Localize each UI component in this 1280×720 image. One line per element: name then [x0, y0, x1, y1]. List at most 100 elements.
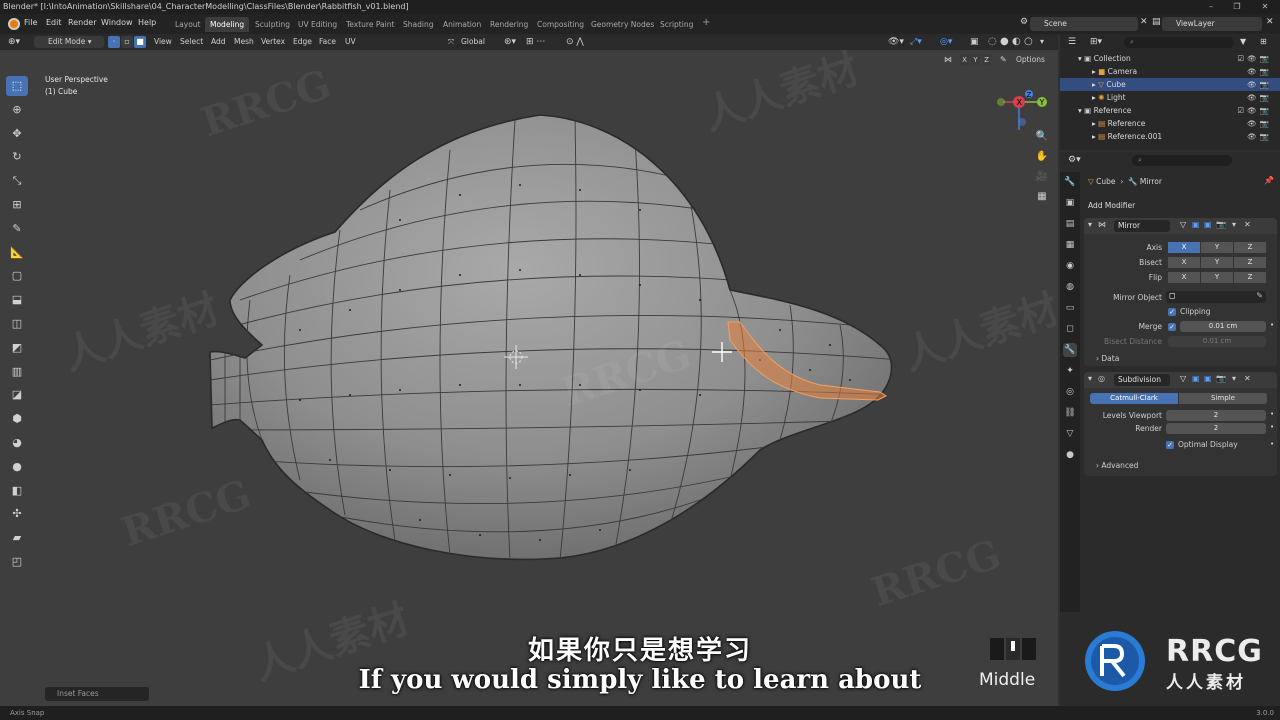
minimize-icon[interactable]: –	[1198, 0, 1224, 14]
vertex-select-icon[interactable]: ·	[108, 36, 120, 48]
tab-modeling[interactable]: Modeling	[205, 17, 250, 32]
outliner-editor-icon[interactable]: ☰	[1068, 37, 1076, 47]
row-visibility-icons[interactable]: ☑👁📷	[1237, 52, 1272, 65]
flip-y-toggle[interactable]: Y	[1201, 272, 1233, 283]
outliner-row-camera[interactable]: ▸ ■ Camera 👁📷	[1060, 65, 1280, 78]
menu-window[interactable]: Window	[101, 18, 133, 27]
spin-tool[interactable]: ◕	[6, 433, 28, 453]
optimal-display-checkbox[interactable]: ✓	[1166, 441, 1174, 449]
outliner-row-cube[interactable]: ▸ ▽ Cube 👁📷	[1060, 78, 1280, 91]
tab-sculpting[interactable]: Sculpting	[250, 17, 295, 32]
bisect-z-toggle[interactable]: Z	[1234, 257, 1266, 268]
filter-icon[interactable]: ▼	[1240, 37, 1246, 46]
face-select-icon[interactable]: ■	[134, 36, 146, 48]
menu-vertex[interactable]: Vertex	[261, 36, 285, 48]
tab-shading[interactable]: Shading	[398, 17, 438, 32]
new-collection-icon[interactable]: ⊞	[1260, 37, 1267, 46]
row-visibility-icons[interactable]: 👁📷	[1247, 65, 1272, 78]
blender-logo-icon[interactable]	[8, 18, 20, 30]
eyedropper-icon[interactable]: ✎	[1256, 291, 1263, 300]
axis-y-toggle[interactable]: Y	[1201, 242, 1233, 253]
snap-icon[interactable]: ⊞ ⋯	[526, 36, 545, 48]
axis-z-toggle[interactable]: Z	[1234, 242, 1266, 253]
rip-tool[interactable]: ◰	[6, 552, 28, 572]
dropdown-chevron-icon[interactable]: ▾	[1232, 374, 1236, 383]
poly-build-tool[interactable]: ⬢	[6, 409, 28, 429]
view-layer-close-icon[interactable]: ✕	[1266, 17, 1274, 27]
add-cube-tool[interactable]: ▢	[6, 266, 28, 286]
keyframe-dot-icon[interactable]: •	[1270, 410, 1274, 418]
smooth-tool[interactable]: ●	[6, 457, 28, 477]
keyframe-dot-icon[interactable]: •	[1270, 321, 1274, 329]
menu-file[interactable]: File	[24, 18, 37, 27]
move-tool[interactable]: ✥	[6, 124, 28, 144]
physics-tab-icon[interactable]: ◎	[1063, 385, 1077, 399]
row-visibility-icons[interactable]: 👁📷	[1247, 91, 1272, 104]
menu-add[interactable]: Add	[211, 36, 226, 48]
loop-cut-tool[interactable]: ▥	[6, 362, 28, 382]
rotate-tool[interactable]: ↻	[6, 147, 28, 167]
gizmo-neg-z-axis[interactable]	[1018, 118, 1026, 126]
mirror-object-field[interactable]: ◻ ✎	[1166, 291, 1266, 303]
scene-selector[interactable]: Scene	[1030, 17, 1138, 31]
menu-select[interactable]: Select	[180, 36, 203, 48]
remove-modifier-icon[interactable]: ✕	[1244, 220, 1251, 229]
menu-uv[interactable]: UV	[345, 36, 356, 48]
cursor-tool[interactable]: ⊕	[6, 100, 28, 120]
menu-edit[interactable]: Edit	[46, 18, 62, 27]
mirror-name-field[interactable]: Mirror	[1114, 220, 1170, 232]
merge-distance-field[interactable]: 0.01 cm	[1180, 321, 1266, 332]
data-subpanel-toggle[interactable]: › Data	[1096, 354, 1119, 363]
display-mode-icon[interactable]: ⊞▾	[1090, 37, 1102, 47]
tab-compositing[interactable]: Compositing	[532, 17, 589, 32]
add-modifier-button[interactable]: Add Modifier	[1084, 199, 1277, 213]
extrude-tool[interactable]: ⬓	[6, 290, 28, 310]
keyframe-dot-icon[interactable]: •	[1270, 423, 1274, 431]
object-tab-icon[interactable]: ◻	[1063, 322, 1077, 336]
shading-material-icon[interactable]: ◐	[1012, 36, 1021, 48]
scene-close-icon[interactable]: ✕	[1140, 17, 1148, 27]
close-icon[interactable]: ✕	[1252, 0, 1278, 14]
pin-icon[interactable]: 📌	[1264, 176, 1274, 185]
tab-scripting[interactable]: Scripting	[655, 17, 698, 32]
mirror-z-toggle[interactable]: Z	[982, 54, 991, 66]
material-tab-icon[interactable]: ●	[1063, 448, 1077, 462]
outliner-row-reference-001[interactable]: ▸ ▤ Reference.001 👁📷	[1060, 130, 1280, 143]
zoom-icon[interactable]: 🔍	[1035, 130, 1049, 144]
flip-x-toggle[interactable]: X	[1168, 272, 1200, 283]
render-tab-icon[interactable]: ▣	[1063, 196, 1077, 210]
tool-tab-icon[interactable]: 🔧	[1063, 175, 1077, 189]
tab-geometry-nodes[interactable]: Geometry Nodes	[586, 17, 659, 32]
tab-uv-editing[interactable]: UV Editing	[293, 17, 342, 32]
gizmo-toggle-icon[interactable]: ⤢▾	[910, 36, 922, 48]
ortho-grid-icon[interactable]: ▦	[1035, 190, 1049, 204]
axis-x-toggle[interactable]: X	[1168, 242, 1200, 253]
annotate-tool[interactable]: ✎	[6, 219, 28, 239]
add-workspace-icon[interactable]: +	[702, 17, 710, 28]
collapse-chevron-icon[interactable]: ▾	[1088, 220, 1092, 229]
transform-tool[interactable]: ⊞	[6, 195, 28, 215]
shrink-fatten-tool[interactable]: ✣	[6, 504, 28, 524]
fish-mesh[interactable]	[0, 50, 1058, 706]
menu-edge[interactable]: Edge	[293, 36, 312, 48]
outliner-row-reference-collection[interactable]: ▾ ▣ Reference ☑👁📷	[1060, 104, 1280, 117]
measure-tool[interactable]: 📐	[6, 243, 28, 263]
render-toggle-icon[interactable]: 📷	[1216, 374, 1226, 383]
render-levels-field[interactable]: 2	[1166, 423, 1266, 434]
render-toggle-icon[interactable]: 📷	[1216, 220, 1226, 229]
orientation-selector[interactable]: Global	[461, 36, 485, 48]
shading-wireframe-icon[interactable]: ◌	[988, 36, 997, 48]
properties-editor-icon[interactable]: ⚙▾	[1068, 155, 1081, 165]
inset-tool[interactable]: ◫	[6, 314, 28, 334]
collection-tab-icon[interactable]: ▭	[1063, 301, 1077, 315]
pan-hand-icon[interactable]: ✋	[1035, 150, 1049, 164]
constraints-tab-icon[interactable]: ⛓	[1063, 406, 1077, 420]
camera-view-icon[interactable]: 🎥	[1035, 170, 1049, 184]
mesh-options-icon[interactable]: ✎	[1000, 54, 1007, 66]
data-tab-icon[interactable]: ▽	[1063, 427, 1077, 441]
menu-help[interactable]: Help	[138, 18, 156, 27]
collapse-chevron-icon[interactable]: ▾	[1088, 374, 1092, 383]
mirror-axis-icon[interactable]: ⋈	[944, 54, 952, 66]
bisect-x-toggle[interactable]: X	[1168, 257, 1200, 268]
clipping-checkbox[interactable]: ✓	[1168, 308, 1176, 316]
